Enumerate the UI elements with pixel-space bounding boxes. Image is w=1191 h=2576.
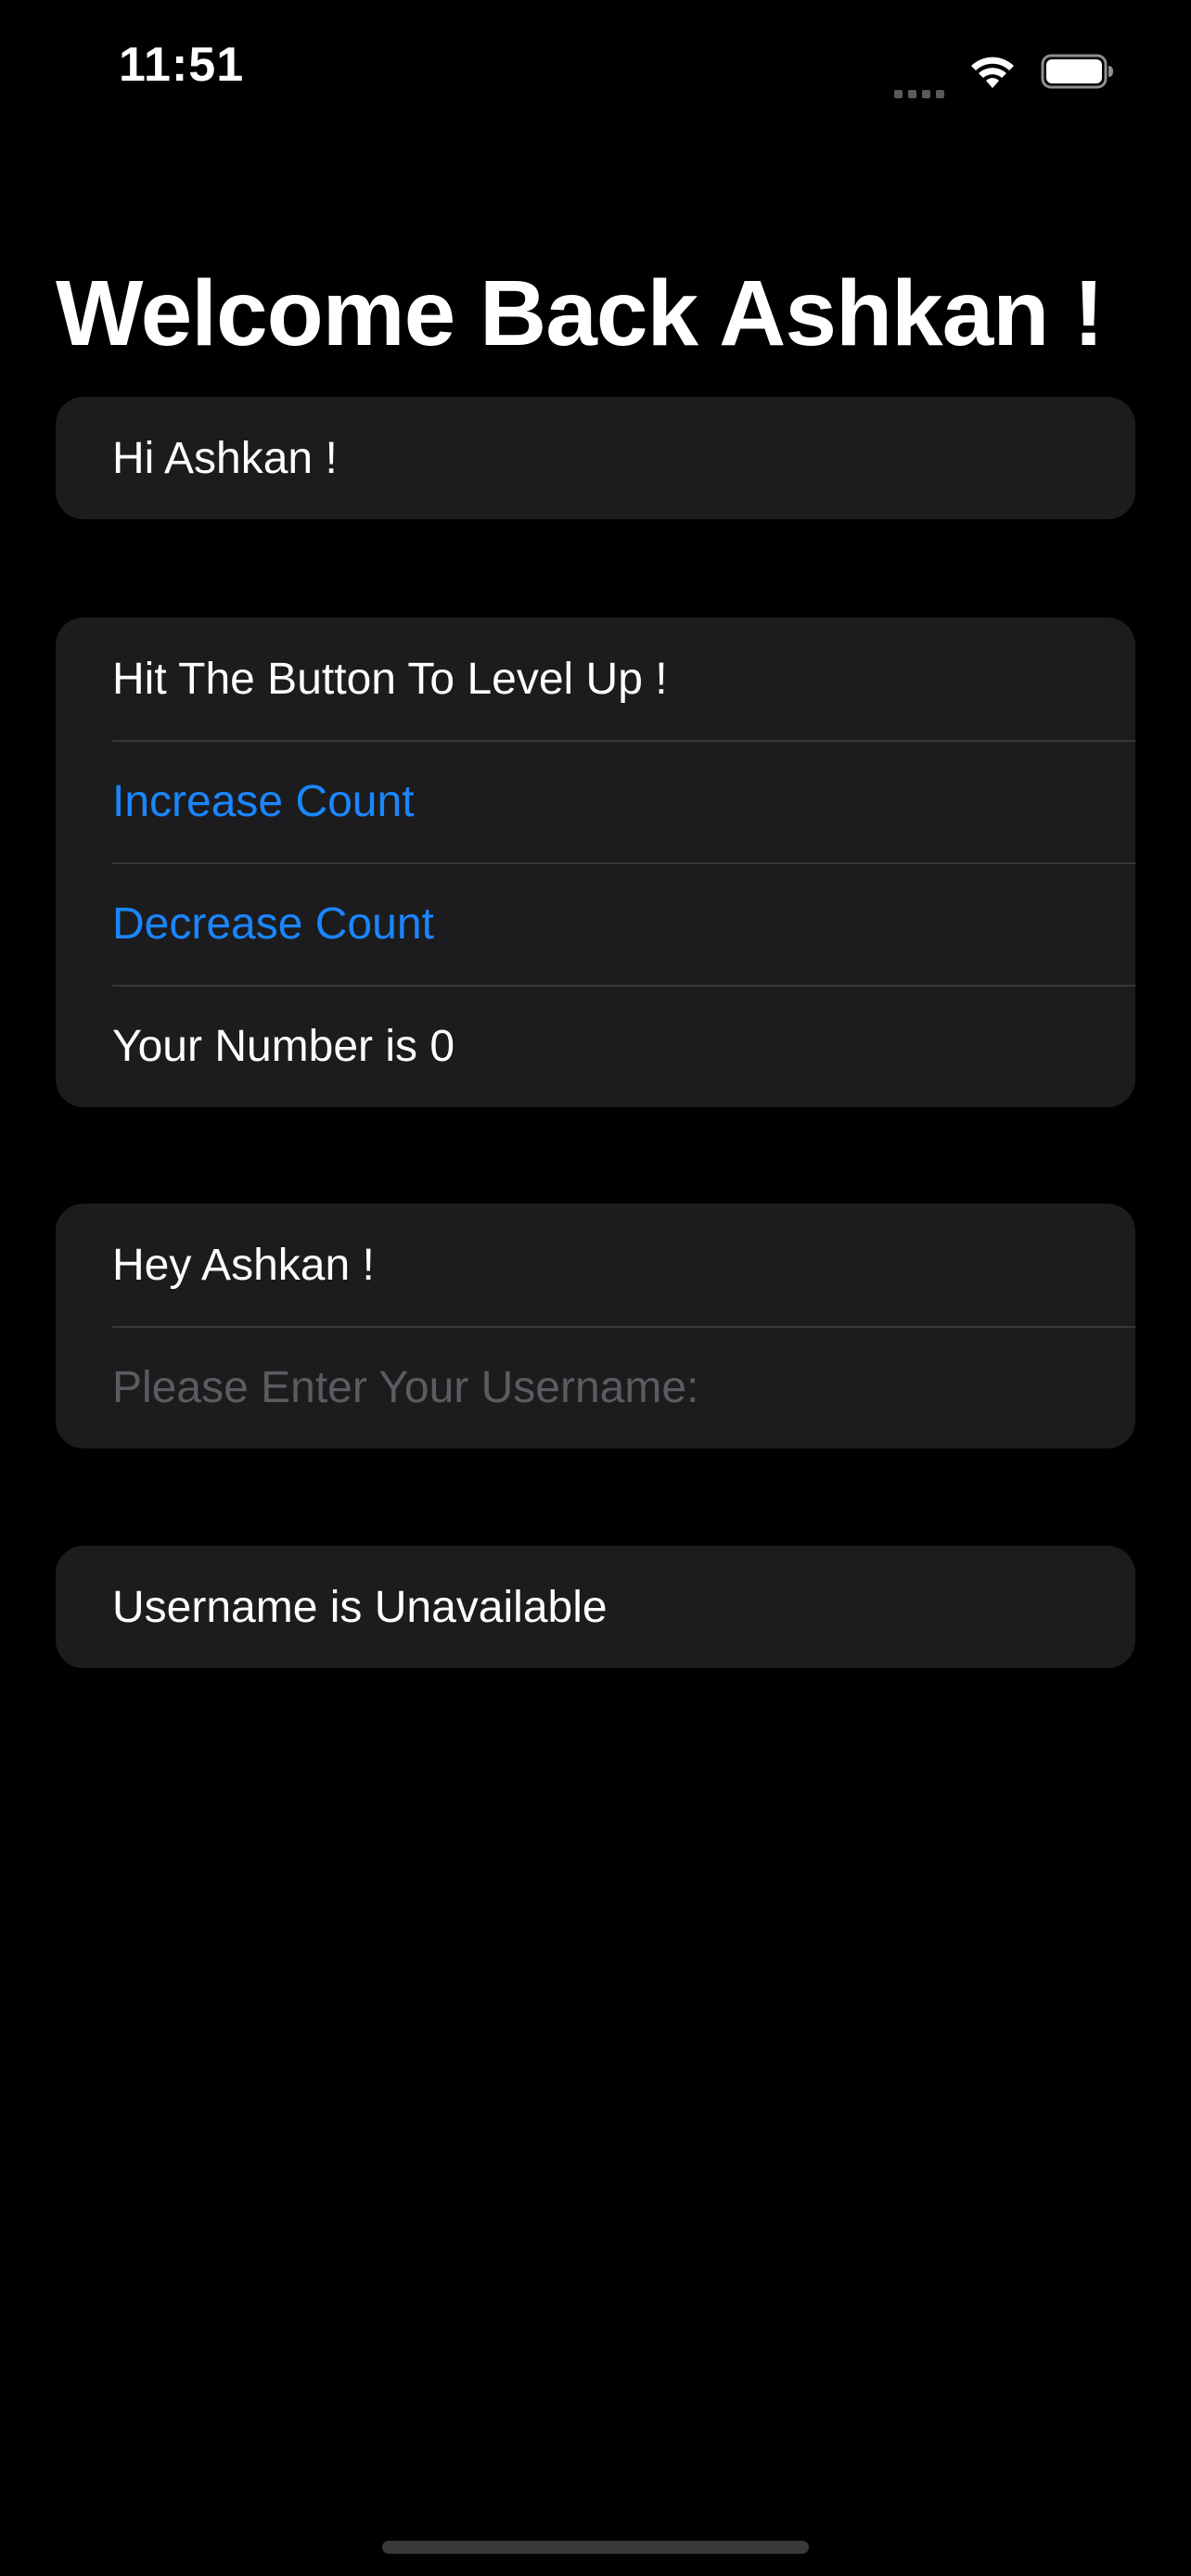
greeting-text: Hi Ashkan ! [112,433,338,483]
username-greeting: Hey Ashkan ! [112,1240,375,1290]
home-indicator[interactable] [382,2541,809,2554]
page-title: Welcome Back Ashkan ! [56,261,1104,365]
username-section: Hey Ashkan ! [56,1204,1135,1448]
number-display: Your Number is 0 [56,985,1135,1107]
availability-section: Username is Unavailable [56,1546,1135,1668]
battery-icon [1041,54,1113,89]
greeting-section: Hi Ashkan ! [56,397,1135,519]
decrease-count-button[interactable]: Decrease Count [56,862,1135,985]
counter-section: Hit The Button To Level Up ! Increase Co… [56,618,1135,1107]
status-icons [894,45,1115,98]
username-field-row[interactable] [56,1326,1135,1448]
increase-count-button[interactable]: Increase Count [56,740,1135,862]
status-time: 11:51 [119,38,245,92]
username-status: Username is Unavailable [112,1582,608,1632]
wifi-icon [971,57,1014,88]
level-up-prompt: Hit The Button To Level Up ! [112,654,668,704]
username-input[interactable] [112,1361,1077,1413]
cellular-signal-icon [894,45,944,98]
status-bar: 11:51 [0,0,1191,139]
